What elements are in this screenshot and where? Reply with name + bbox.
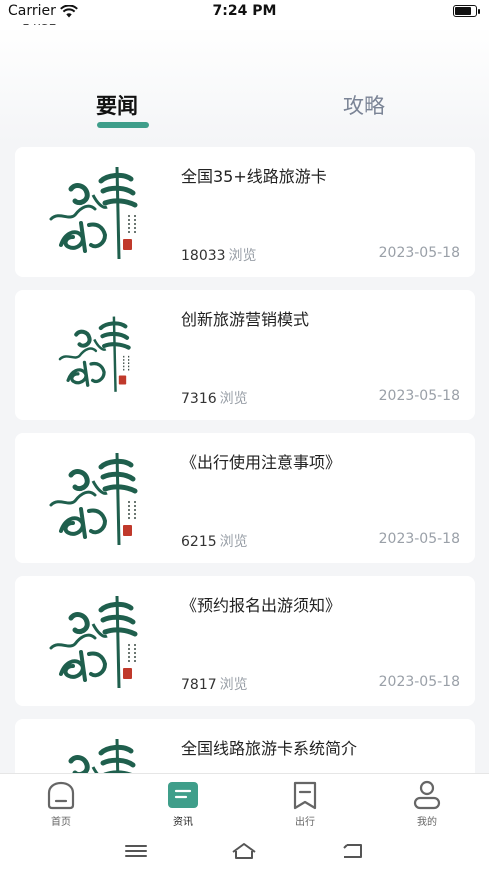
- news-card[interactable]: 《出行使用注意事项》 6215 浏览 2023-05-18: [15, 433, 475, 563]
- battery-icon: [453, 5, 480, 17]
- ios-status-bar: Carrier 7:24 PM: [0, 0, 489, 24]
- news-date: 2023-05-18: [378, 245, 460, 261]
- news-card[interactable]: 《预约报名出游须知》 7817 浏览 2023-05-18: [15, 576, 475, 706]
- battery-level: [455, 7, 472, 15]
- news-views: 7316 浏览: [181, 388, 248, 408]
- system-nav-bar: [0, 830, 489, 875]
- views-label: 浏览: [219, 534, 248, 550]
- nav-item-home[interactable]: 首页: [21, 779, 101, 828]
- nav-label: 首页: [51, 817, 71, 828]
- news-date: 2023-05-18: [378, 388, 460, 404]
- nav-label: 我的: [417, 817, 437, 828]
- news-title: 创新旅游营销模式: [181, 310, 310, 329]
- person-icon: [413, 780, 441, 810]
- news-thumbnail: [55, 310, 145, 400]
- news-views: 18033 浏览: [181, 245, 257, 265]
- news-title: 全国线路旅游卡系统简介: [181, 739, 358, 758]
- tab-active-indicator: [97, 122, 149, 128]
- nav-label: 出行: [295, 817, 315, 828]
- nav-item-travel[interactable]: 出行: [265, 779, 345, 828]
- tab-news[interactable]: 要闻: [96, 90, 138, 120]
- news-card[interactable]: 全国线路旅游卡系统简介: [15, 719, 475, 779]
- news-views: 7817 浏览: [181, 674, 248, 694]
- tab-guide[interactable]: 攻略: [343, 90, 385, 120]
- views-count: 7316: [181, 391, 217, 407]
- bookmark-icon: [293, 781, 317, 810]
- back-icon[interactable]: [339, 840, 367, 862]
- news-thumbnail: [45, 588, 155, 698]
- nav-label: 资讯: [173, 817, 193, 828]
- views-count: 7817: [181, 677, 217, 693]
- news-thumbnail: [45, 731, 155, 779]
- views-label: 浏览: [219, 677, 248, 693]
- tab-bar: 要闻 攻略: [0, 90, 489, 134]
- bottom-nav: 首页 资讯 出行 我的: [0, 773, 489, 830]
- nav-item-news[interactable]: 资讯: [143, 779, 223, 828]
- news-thumbnail: [45, 445, 155, 555]
- news-views: 6215 浏览: [181, 531, 248, 551]
- menu-icon[interactable]: [122, 840, 150, 862]
- news-thumbnail: [45, 159, 155, 269]
- news-date: 2023-05-18: [378, 531, 460, 547]
- news-date: 2023-05-18: [378, 674, 460, 690]
- home-icon[interactable]: [230, 840, 258, 862]
- views-count: 6215: [181, 534, 217, 550]
- news-icon: [168, 782, 198, 808]
- views-count: 18033: [181, 248, 226, 264]
- nav-item-mine[interactable]: 我的: [387, 779, 467, 828]
- news-title: 《预约报名出游须知》: [181, 596, 342, 615]
- views-label: 浏览: [228, 248, 257, 264]
- news-title: 全国35+线路旅游卡: [181, 167, 327, 186]
- views-label: 浏览: [219, 391, 248, 407]
- status-time: 7:24 PM: [212, 3, 277, 19]
- news-card[interactable]: 全国35+线路旅游卡 18033 浏览 2023-05-18: [15, 147, 475, 277]
- news-card[interactable]: 创新旅游营销模式 7316 浏览 2023-05-18: [15, 290, 475, 420]
- news-title: 《出行使用注意事项》: [181, 453, 342, 472]
- home-icon: [47, 781, 75, 810]
